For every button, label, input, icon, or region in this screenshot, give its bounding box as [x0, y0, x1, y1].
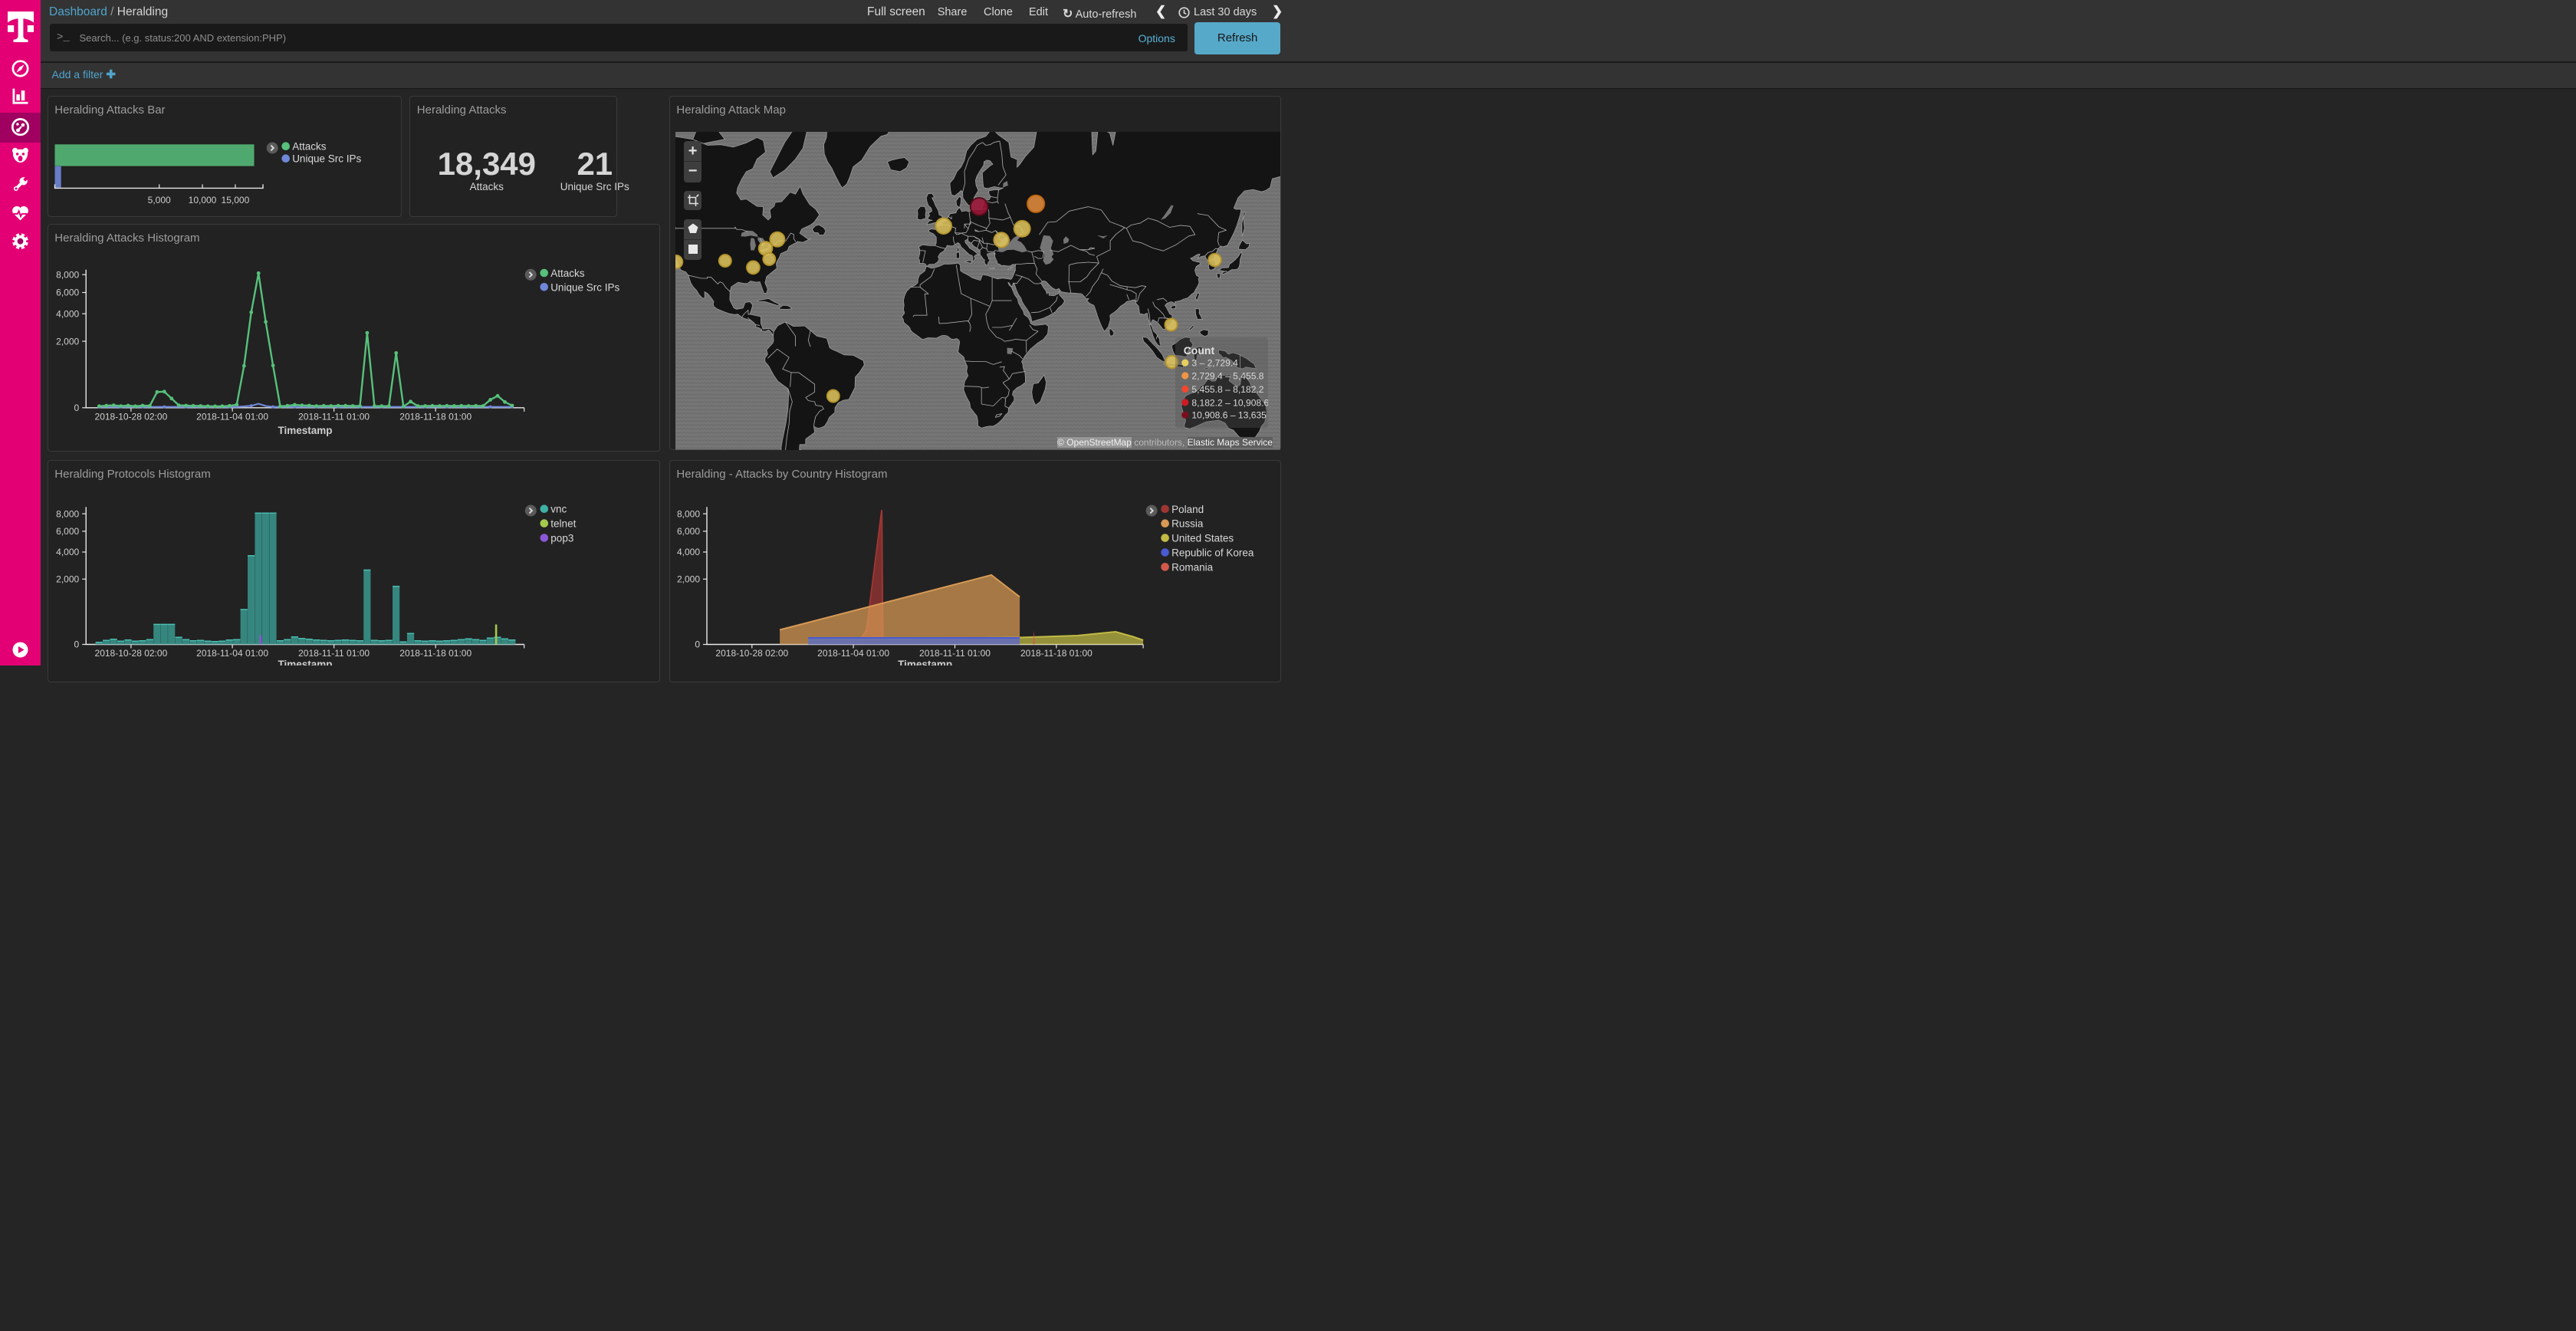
- svg-text:6,000: 6,000: [56, 288, 79, 298]
- svg-text:4,000: 4,000: [677, 547, 700, 557]
- svg-text:2,000: 2,000: [56, 336, 79, 347]
- svg-text:2018-10-28 02:00: 2018-10-28 02:00: [715, 648, 788, 659]
- svg-text:6,000: 6,000: [677, 526, 700, 537]
- svg-text:10,000: 10,000: [188, 195, 216, 205]
- svg-text:Attacks: Attacks: [292, 140, 327, 152]
- svg-text:2018-11-18 01:00: 2018-11-18 01:00: [399, 412, 472, 422]
- svg-text:2018-11-04 01:00: 2018-11-04 01:00: [196, 648, 268, 659]
- svg-text:5,000: 5,000: [147, 195, 170, 205]
- svg-text:Timestamp: Timestamp: [278, 658, 332, 666]
- svg-text:0: 0: [74, 639, 79, 649]
- svg-text:telnet: telnet: [550, 518, 576, 529]
- svg-text:4,000: 4,000: [56, 309, 79, 320]
- svg-text:8,000: 8,000: [56, 508, 79, 519]
- svg-text:4,000: 4,000: [56, 547, 79, 557]
- svg-text:2018-11-04 01:00: 2018-11-04 01:00: [196, 412, 268, 422]
- svg-text:Unique Src IPs: Unique Src IPs: [550, 281, 619, 293]
- svg-text:8,000: 8,000: [56, 270, 79, 281]
- svg-text:2018-11-11 01:00: 2018-11-11 01:00: [298, 412, 370, 422]
- svg-text:Timestamp: Timestamp: [278, 425, 332, 436]
- svg-text:2018-11-18 01:00: 2018-11-18 01:00: [1020, 648, 1092, 659]
- svg-text:vnc: vnc: [550, 503, 567, 514]
- svg-text:United States: United States: [1171, 532, 1234, 544]
- svg-text:8,000: 8,000: [677, 508, 700, 519]
- svg-text:2018-10-28 02:00: 2018-10-28 02:00: [94, 648, 167, 659]
- svg-text:Romania: Romania: [1171, 561, 1214, 573]
- svg-text:2018-10-28 02:00: 2018-10-28 02:00: [94, 412, 167, 422]
- svg-text:5,455.8 – 8,182.2: 5,455.8 – 8,182.2: [1191, 383, 1263, 394]
- svg-text:Attacks: Attacks: [550, 268, 585, 279]
- svg-text:2018-11-04 01:00: 2018-11-04 01:00: [817, 648, 889, 659]
- svg-text:0: 0: [74, 403, 79, 413]
- svg-text:2,000: 2,000: [677, 573, 700, 584]
- svg-text:8,182.2 – 10,908.6: 8,182.2 – 10,908.6: [1191, 397, 1268, 408]
- svg-text:0: 0: [695, 639, 700, 649]
- svg-text:10,908.6 – 13,635: 10,908.6 – 13,635: [1191, 409, 1267, 420]
- svg-text:pop3: pop3: [550, 532, 573, 544]
- svg-text:2,729.4 – 5,455.8: 2,729.4 – 5,455.8: [1191, 370, 1263, 381]
- svg-text:Unique Src IPs: Unique Src IPs: [292, 153, 361, 164]
- svg-text:15,000: 15,000: [221, 195, 249, 205]
- svg-text:Russia: Russia: [1171, 518, 1204, 529]
- svg-text:3 – 2,729.4: 3 – 2,729.4: [1191, 357, 1238, 368]
- svg-text:2018-11-18 01:00: 2018-11-18 01:00: [399, 648, 472, 659]
- svg-text:2,000: 2,000: [56, 573, 79, 584]
- svg-text:Republic of Korea: Republic of Korea: [1171, 547, 1254, 558]
- svg-text:2018-11-11 01:00: 2018-11-11 01:00: [298, 648, 370, 659]
- svg-text:2018-11-11 01:00: 2018-11-11 01:00: [919, 648, 991, 659]
- svg-text:Timestamp: Timestamp: [898, 658, 952, 666]
- svg-text:6,000: 6,000: [56, 526, 79, 537]
- svg-text:Poland: Poland: [1171, 503, 1204, 514]
